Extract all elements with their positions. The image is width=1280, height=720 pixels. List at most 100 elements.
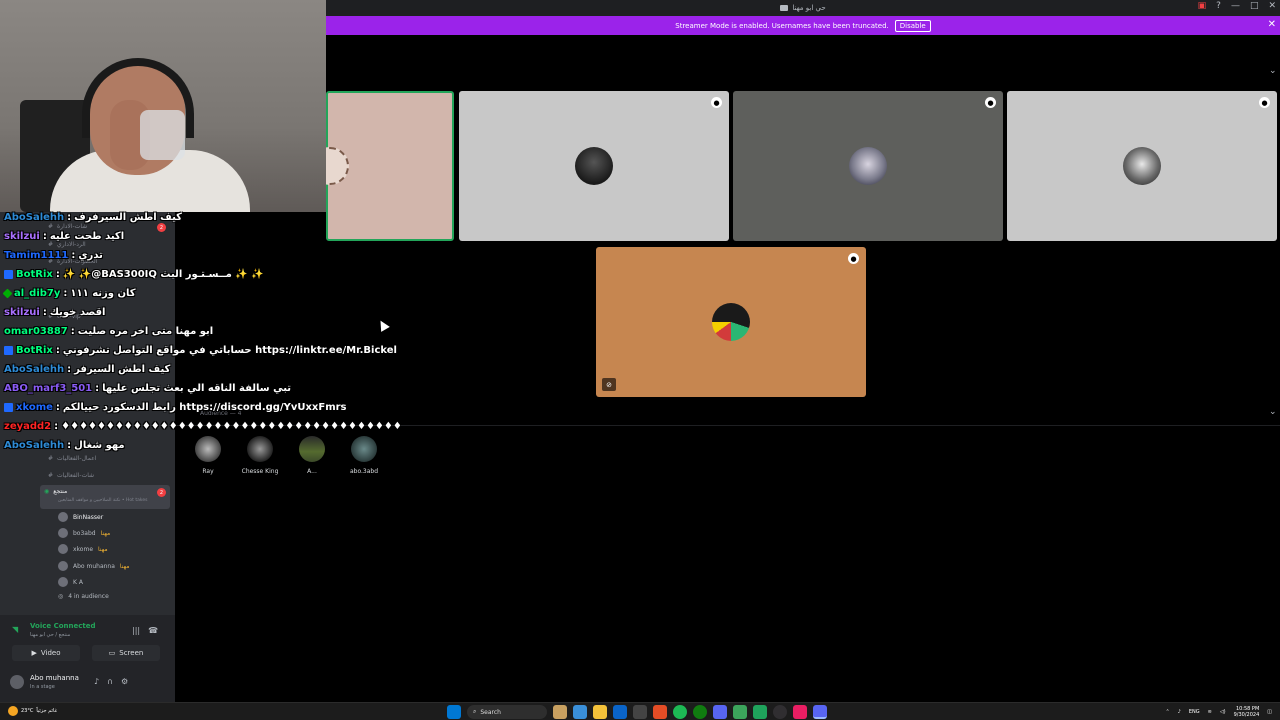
chat-badge-icon bbox=[2, 288, 13, 299]
stage-member[interactable]: K A bbox=[58, 577, 83, 587]
stage-member[interactable]: BinNasser bbox=[58, 512, 103, 522]
moderator-icon[interactable]: ● bbox=[848, 253, 859, 264]
close-icon[interactable]: ✕ bbox=[1268, 19, 1276, 30]
xbox-icon[interactable] bbox=[693, 705, 707, 719]
maximize-button[interactable]: □ bbox=[1250, 1, 1259, 11]
chat-message: zeyadd2: ♦♦♦♦♦♦♦♦♦♦♦♦♦♦♦♦♦♦♦♦♦♦♦♦♦♦♦♦♦♦♦♦… bbox=[4, 421, 402, 432]
gear-icon[interactable]: ⚙ bbox=[121, 677, 128, 686]
discord-app-icon bbox=[780, 5, 789, 11]
spotify-icon[interactable] bbox=[673, 705, 687, 719]
headphones-icon[interactable]: ∩ bbox=[107, 677, 113, 686]
brave-icon[interactable] bbox=[653, 705, 667, 719]
banner-message: Streamer Mode is enabled. Usernames have… bbox=[675, 21, 889, 30]
chat-username: zeyadd2 bbox=[4, 421, 52, 432]
audience-name: Ray bbox=[202, 468, 214, 475]
weather-temp: 23°C bbox=[21, 708, 34, 714]
volume-icon[interactable]: ◁) bbox=[1220, 709, 1226, 715]
language-indicator[interactable]: ENG bbox=[1189, 709, 1200, 715]
microphone-icon[interactable]: ♪ bbox=[1178, 709, 1181, 715]
stage-channel-name: ◉ منتجع bbox=[44, 488, 68, 495]
window-title-bar: حي ابو مهنا ▣ ? — □ ✕ bbox=[326, 0, 1280, 16]
weather-widget[interactable]: 23°C غائم جزئياً bbox=[8, 706, 57, 716]
moderator-icon[interactable]: ● bbox=[711, 97, 722, 108]
stage-topic: نكتة الصلاحيين و مواقف المتابعين • Hot t… bbox=[58, 498, 148, 503]
close-window-button[interactable]: ✕ bbox=[1268, 1, 1276, 11]
video-button[interactable]: ▶ Video bbox=[12, 645, 80, 661]
clock[interactable]: 10:58 PM 9/30/2024 bbox=[1234, 706, 1260, 718]
moderator-icon[interactable]: ● bbox=[985, 97, 996, 108]
avatar[interactable] bbox=[10, 675, 24, 689]
noise-suppression-icon[interactable]: ||| bbox=[132, 626, 140, 635]
mention-badge: 2 bbox=[157, 223, 166, 232]
channel-item[interactable]: # شات-الادارة bbox=[48, 223, 87, 230]
wifi-icon[interactable]: ≋ bbox=[1208, 709, 1212, 715]
help-icon[interactable]: ? bbox=[1216, 1, 1221, 11]
chat-message: skilzui: اقصد خويك bbox=[4, 307, 105, 318]
hash-icon: # bbox=[48, 241, 54, 248]
audience-member[interactable]: Chesse King bbox=[235, 436, 285, 475]
minimize-button[interactable]: — bbox=[1231, 1, 1240, 11]
channel-item[interactable]: # شات-الفعاليات bbox=[48, 472, 94, 479]
chat-text: كان وزنه ١١١ bbox=[70, 288, 136, 299]
stage-speaker-tile[interactable]: ● ⊘ bbox=[596, 247, 866, 397]
chat-username: skilzui bbox=[4, 307, 40, 318]
windows-taskbar: 23°C غائم جزئياً ⌕ Search ⌃ ♪ ENG ≋ ◁) 1… bbox=[0, 702, 1280, 720]
stage-member[interactable]: bo3abd مهنا bbox=[58, 528, 110, 538]
moderator-icon[interactable]: ● bbox=[1259, 97, 1270, 108]
outlook-icon[interactable] bbox=[613, 705, 627, 719]
window-controls: ▣ ? — □ ✕ bbox=[1198, 1, 1276, 11]
inbox-icon[interactable]: ▣ bbox=[1198, 1, 1207, 11]
stage-speaker-tile[interactable]: ● bbox=[733, 91, 1003, 241]
audience-member[interactable]: abo.3abd bbox=[339, 436, 389, 475]
stage-speaker-tile[interactable] bbox=[311, 91, 454, 241]
audience-member[interactable]: A... bbox=[287, 436, 337, 475]
chevron-down-icon[interactable]: ⌄ bbox=[1269, 66, 1277, 76]
chevron-up-icon[interactable]: ⌃ bbox=[1165, 709, 1169, 715]
widgets-icon[interactable] bbox=[553, 705, 567, 719]
taskbar-apps: ⌕ Search bbox=[447, 705, 827, 719]
chat-message: AboSalehh: كيف اطش السيرفرف bbox=[4, 212, 182, 223]
disable-streamer-mode-button[interactable]: Disable bbox=[894, 19, 931, 32]
channel-item[interactable]: # الرد-الاداري bbox=[48, 241, 86, 248]
window-title: حي ابو مهنا bbox=[792, 4, 826, 12]
voice-controls: ||| ☎ bbox=[132, 626, 158, 635]
chat-message: BotRix: حساباتي في مواقع التواصل تشرفوني … bbox=[4, 345, 397, 356]
voice-channel-label[interactable]: منتجع / حي ابو مهنا bbox=[30, 632, 70, 638]
audience-member[interactable]: Ray bbox=[183, 436, 233, 475]
channel-item[interactable]: # اعمال-الفعاليات bbox=[48, 455, 96, 462]
voice-connected-label[interactable]: Voice Connected bbox=[30, 622, 96, 630]
microphone-icon[interactable]: ♪ bbox=[94, 677, 99, 686]
avatar bbox=[351, 436, 377, 462]
chat-separator: : bbox=[67, 440, 72, 451]
obs-icon[interactable] bbox=[773, 705, 787, 719]
file-explorer-icon[interactable] bbox=[593, 705, 607, 719]
avatar bbox=[195, 436, 221, 462]
stage-member[interactable]: Abo muhanna مهنا bbox=[58, 561, 130, 571]
stage-speaker-tile[interactable]: ● bbox=[1007, 91, 1277, 241]
copilot-icon[interactable] bbox=[573, 705, 587, 719]
avatar bbox=[58, 577, 68, 587]
speaker-avatar bbox=[1123, 147, 1161, 185]
chat-text: ♦♦♦♦♦♦♦♦♦♦♦♦♦♦♦♦♦♦♦♦♦♦♦♦♦♦♦♦♦♦♦♦♦♦♦♦♦♦ bbox=[61, 421, 402, 432]
disconnect-icon[interactable]: ☎ bbox=[148, 626, 158, 635]
app-icon[interactable] bbox=[793, 705, 807, 719]
discord-active-icon[interactable] bbox=[813, 705, 827, 719]
chat-text: كيف اطش السيرفر bbox=[74, 364, 171, 375]
stage-speaker-tile[interactable]: ● bbox=[459, 91, 729, 241]
weather-icon bbox=[8, 706, 18, 716]
avatar bbox=[58, 544, 68, 554]
screen-share-button[interactable]: ▭ Screen bbox=[92, 645, 160, 661]
chat-text: مهو شغال bbox=[74, 440, 125, 451]
notifications-icon[interactable]: ◫ bbox=[1267, 709, 1272, 715]
audience-icon: ◎ bbox=[58, 593, 64, 600]
app-icon[interactable] bbox=[753, 705, 767, 719]
chevron-down-icon[interactable]: ⌄ bbox=[1269, 407, 1277, 417]
chat-message: Tamim1111: تدري bbox=[4, 250, 103, 261]
app-icon[interactable] bbox=[733, 705, 747, 719]
discord-icon[interactable] bbox=[713, 705, 727, 719]
calculator-icon[interactable] bbox=[633, 705, 647, 719]
stage-member[interactable]: xkome مهنا bbox=[58, 544, 108, 554]
audience-count[interactable]: ◎ 4 in audience bbox=[58, 593, 109, 600]
search-input[interactable]: ⌕ Search bbox=[467, 705, 547, 719]
start-icon[interactable] bbox=[447, 705, 461, 719]
